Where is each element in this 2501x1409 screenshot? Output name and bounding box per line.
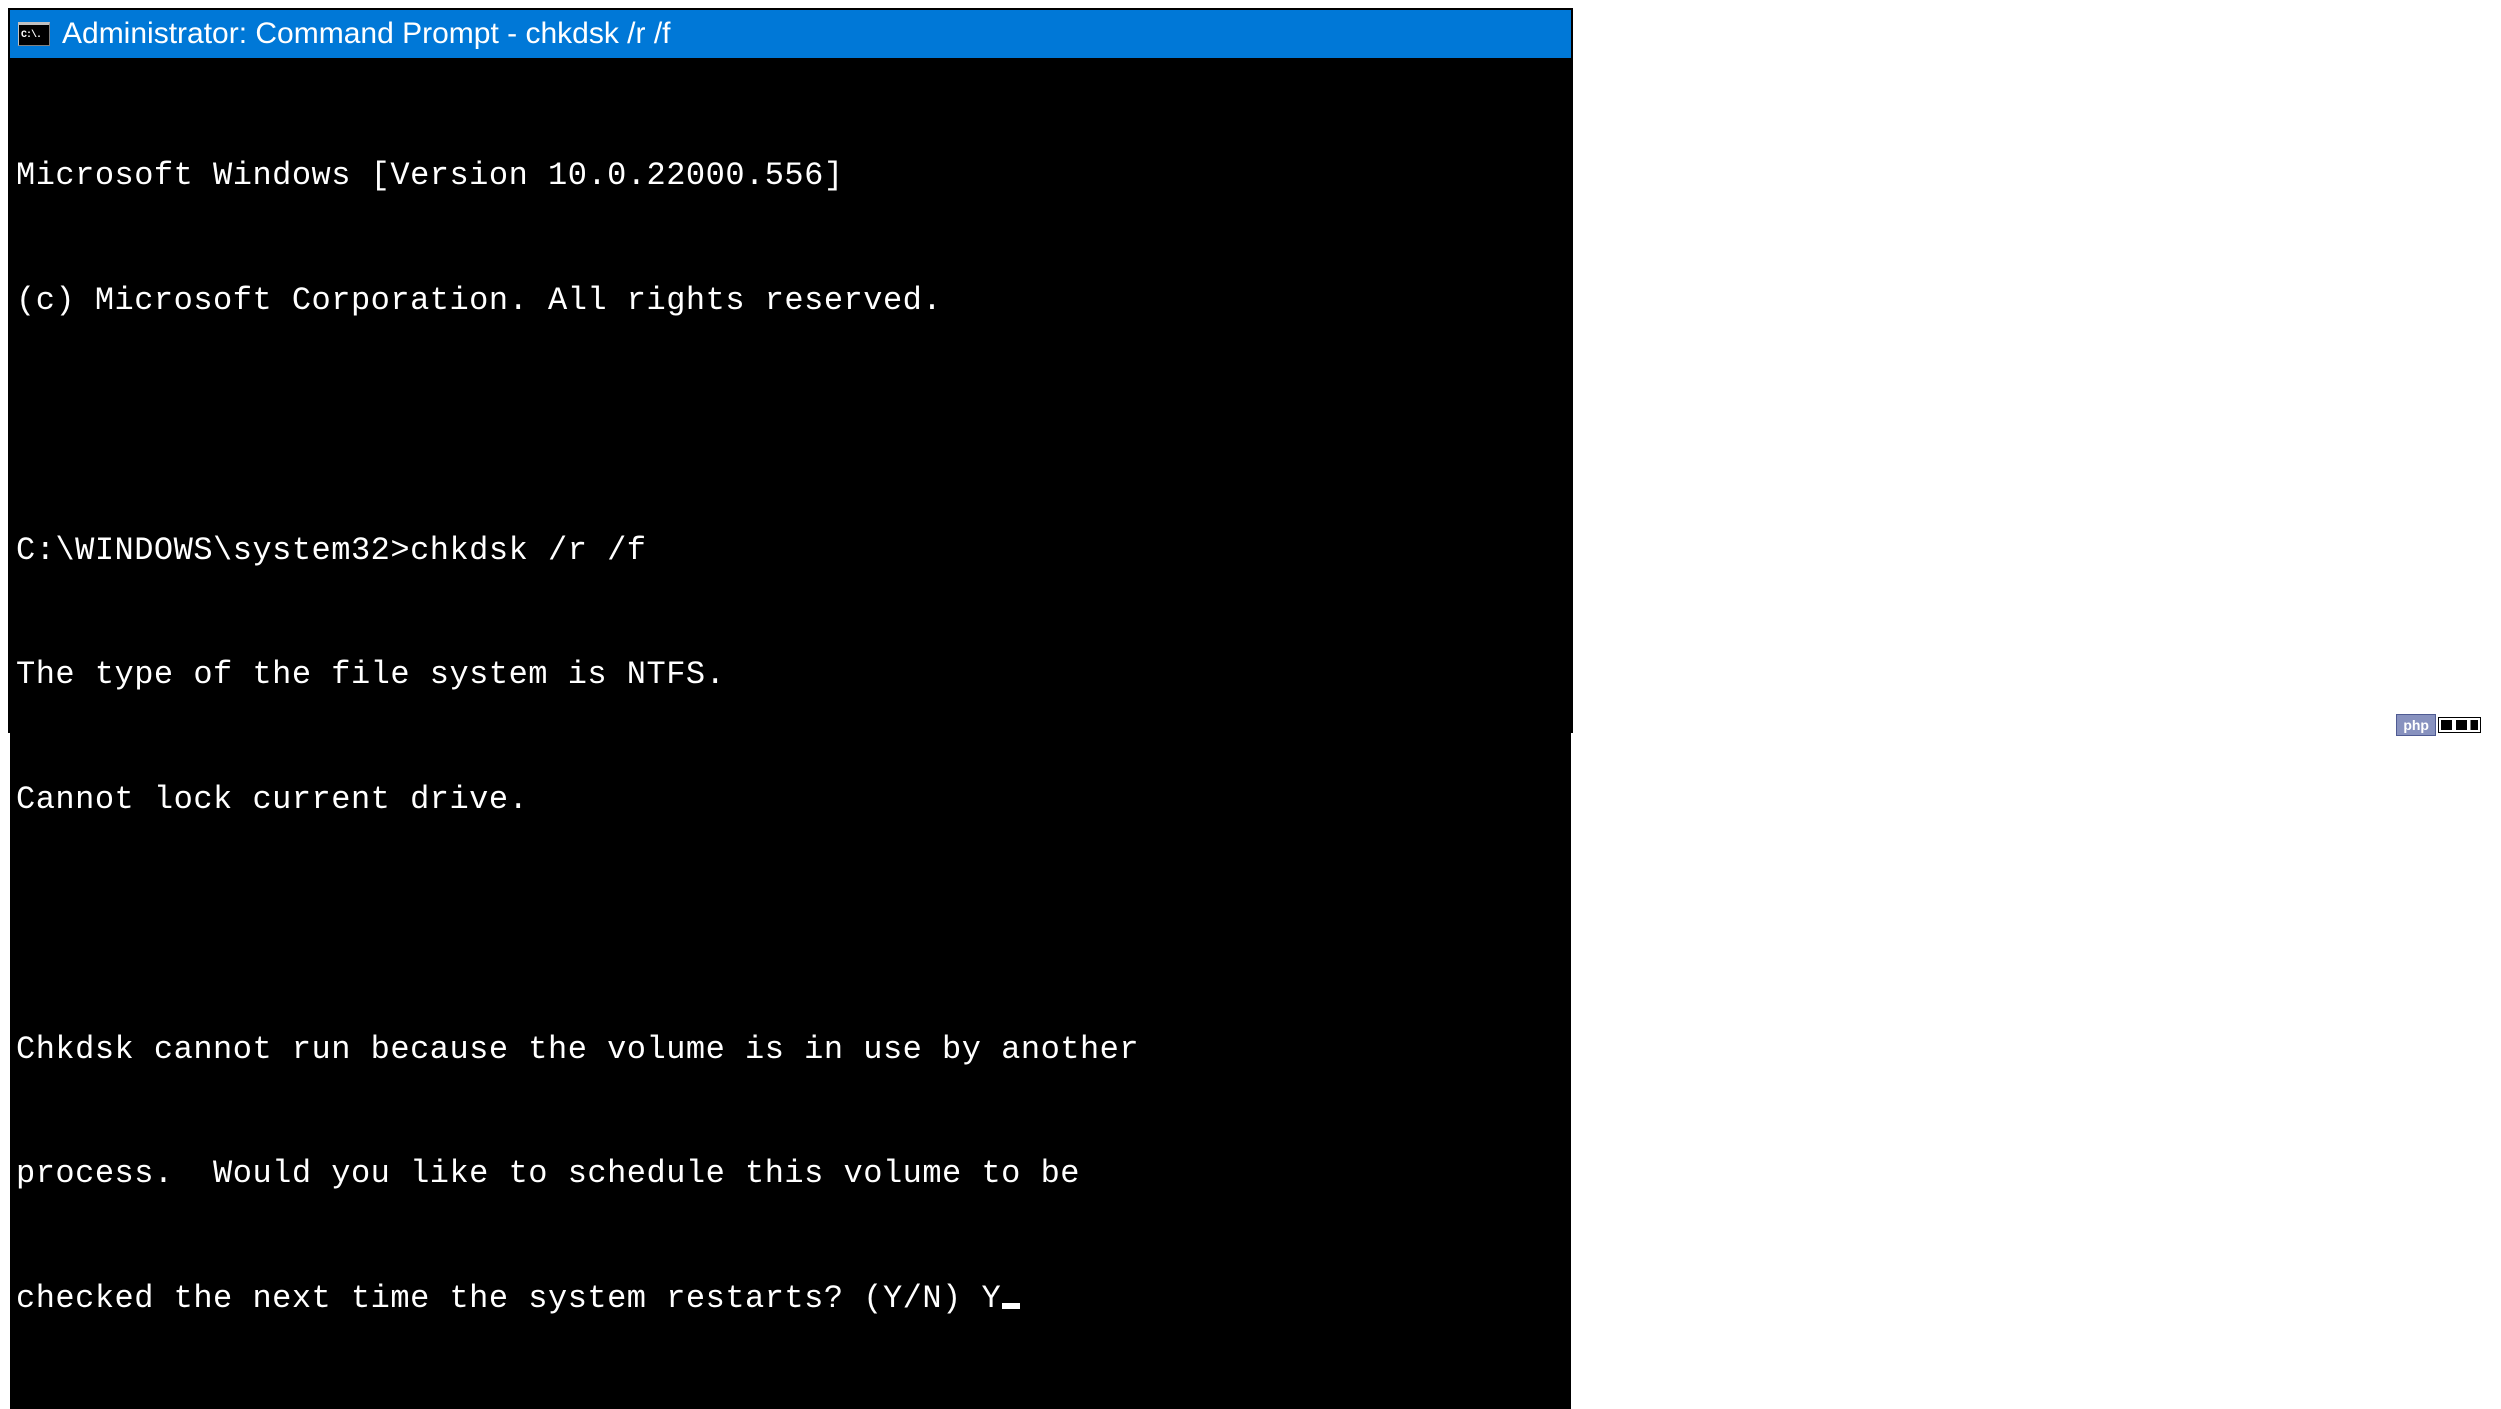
command-prompt-window: C:\. Administrator: Command Prompt - chk… [8,8,1573,733]
terminal-line: C:\WINDOWS\system32>chkdsk /r /f [16,530,1565,572]
terminal-line: process. Would you like to schedule this… [16,1153,1565,1195]
terminal-line: Microsoft Windows [Version 10.0.22000.55… [16,155,1565,197]
titlebar[interactable]: C:\. Administrator: Command Prompt - chk… [10,10,1571,58]
terminal-line [16,405,1565,447]
terminal-line: Chkdsk cannot run because the volume is … [16,1029,1565,1071]
watermark-cn-badge [2438,717,2481,733]
watermark-php-badge: php [2396,714,2436,736]
terminal-output[interactable]: Microsoft Windows [Version 10.0.22000.55… [10,58,1571,1409]
cmd-icon: C:\. [18,22,50,46]
window-title: Administrator: Command Prompt - chkdsk /… [62,17,671,51]
watermark: php [2396,714,2481,736]
terminal-line: The type of the file system is NTFS. [16,654,1565,696]
terminal-prompt-line: checked the next time the system restart… [16,1278,1565,1320]
user-input[interactable]: Y [981,1280,1001,1317]
terminal-line [16,904,1565,946]
cursor [1002,1303,1020,1309]
terminal-line: Cannot lock current drive. [16,779,1565,821]
prompt-text: checked the next time the system restart… [16,1280,981,1317]
terminal-line: (c) Microsoft Corporation. All rights re… [16,280,1565,322]
